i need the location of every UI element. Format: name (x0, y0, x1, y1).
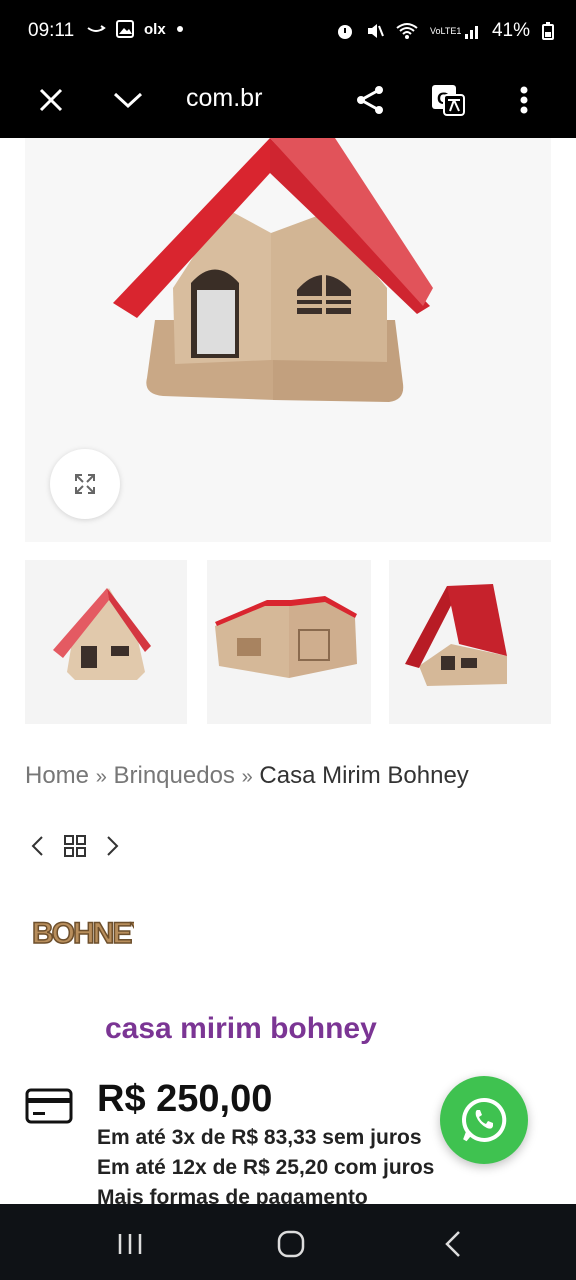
brand-logo[interactable]: BOHNEY (30, 907, 153, 958)
breadcrumb-separator: » (95, 766, 107, 788)
home-button[interactable] (267, 1224, 315, 1264)
chevron-down-icon (113, 92, 143, 109)
breadcrumb-home[interactable]: Home (25, 762, 89, 789)
more-vert-icon (520, 86, 528, 114)
back-icon (445, 1231, 460, 1257)
dollhouse-thumb-angle (405, 584, 507, 686)
status-time: 09:11 (28, 20, 75, 41)
breadcrumb-current: Casa Mirim Bohney (259, 762, 469, 789)
alarm-icon (337, 25, 352, 39)
installment-12x: Em até 12x de R$ 25,20 com juros (97, 1156, 435, 1179)
battery-icon (542, 22, 554, 40)
expand-image-button[interactable] (50, 449, 120, 519)
dollhouse-thumb-front (53, 588, 151, 680)
thumbnail-2[interactable] (207, 560, 371, 724)
prev-product-icon[interactable] (30, 834, 44, 858)
whatsapp-button[interactable] (440, 1076, 528, 1164)
amazon-icon (87, 25, 106, 32)
expand-icon (75, 474, 95, 494)
more-button[interactable] (500, 76, 548, 124)
dot-icon (176, 26, 183, 32)
grid-icon[interactable] (64, 835, 86, 857)
system-nav-bar (0, 1204, 576, 1280)
browser-toolbar: com.br G (0, 64, 576, 138)
close-button[interactable] (27, 76, 75, 124)
recents-button[interactable] (106, 1224, 154, 1264)
breadcrumb-category[interactable]: Brinquedos (114, 762, 235, 789)
collapse-button[interactable] (104, 76, 152, 124)
status-bar: 09:11 olx VoLTE1 41% (0, 0, 576, 64)
recents-icon (118, 1234, 142, 1254)
next-product-icon[interactable] (106, 834, 120, 858)
credit-card-icon (25, 1088, 73, 1124)
back-button[interactable] (429, 1224, 477, 1264)
thumbnail-1[interactable] (25, 560, 187, 724)
whatsapp-icon (462, 1097, 507, 1142)
home-icon (277, 1230, 305, 1258)
product-pager (30, 834, 120, 858)
translate-icon: G (432, 85, 465, 116)
translate-button[interactable]: G (424, 76, 472, 124)
product-price: R$ 250,00 (97, 1078, 273, 1120)
dollhouse-thumb-open (215, 596, 357, 678)
thumbnail-3[interactable] (389, 560, 551, 724)
share-icon (357, 86, 383, 114)
battery-percent: 41% (491, 20, 530, 41)
installment-3x: Em até 3x de R$ 83,33 sem juros (97, 1126, 422, 1149)
url-text[interactable]: com.br (186, 84, 262, 113)
breadcrumb-separator: » (241, 766, 253, 788)
share-button[interactable] (347, 76, 395, 124)
signal-icon (464, 26, 478, 39)
svg-text:BOHNEY: BOHNEY (32, 917, 134, 950)
volte-icon: VoLTE1 (429, 25, 462, 36)
mute-icon (367, 24, 384, 38)
close-icon (39, 88, 63, 112)
olx-icon: olx (144, 20, 166, 38)
wifi-icon (396, 23, 418, 39)
product-title: casa mirim bohney (105, 1012, 377, 1045)
breadcrumb: Home » Brinquedos » Casa Mirim Bohney (25, 762, 469, 790)
bohney-logo: BOHNEY (31, 916, 153, 951)
gallery-icon (116, 20, 134, 38)
